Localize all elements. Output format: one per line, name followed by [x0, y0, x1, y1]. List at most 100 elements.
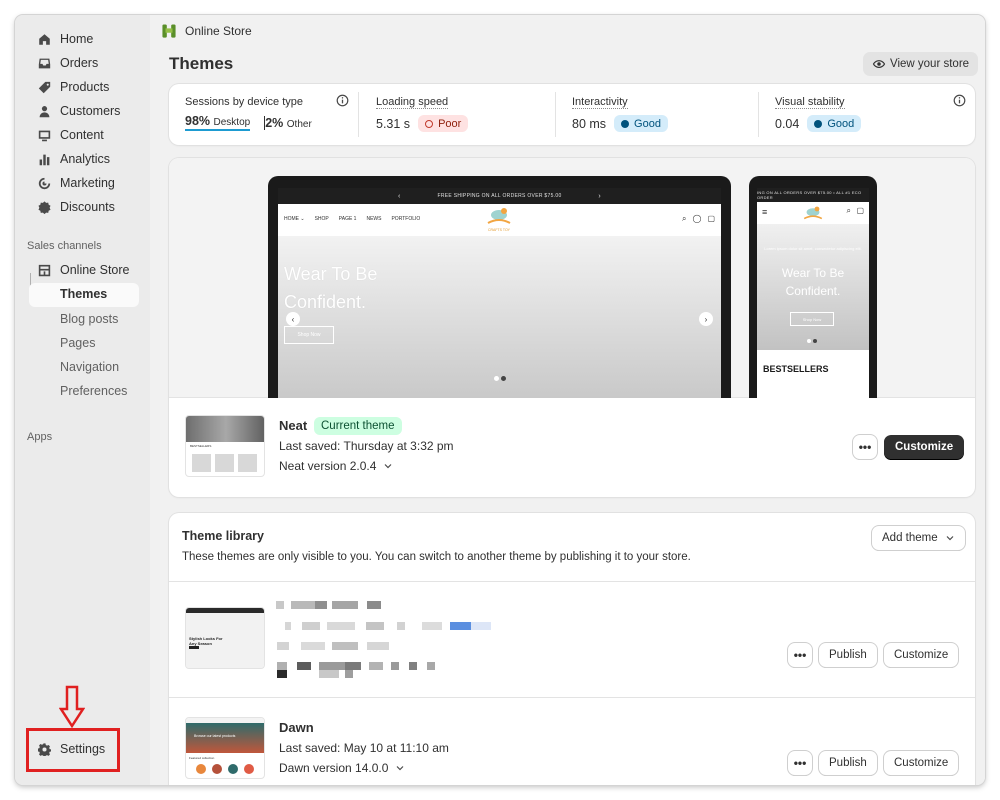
slide-dots: [807, 339, 817, 343]
sidebar: Home Orders Products Customers Content A…: [15, 15, 150, 785]
nav-blog-posts[interactable]: Blog posts: [60, 308, 118, 330]
sessions-metric: Sessions by device type 98% Desktop 2% O…: [185, 84, 355, 145]
view-store-button[interactable]: View your store: [863, 52, 979, 76]
metrics-card: Sessions by device type 98% Desktop 2% O…: [169, 84, 975, 145]
breadcrumb[interactable]: Online Store: [162, 24, 252, 38]
thumb-product: [215, 454, 234, 472]
image-icon: [37, 128, 51, 142]
dawn-theme-thumbnail[interactable]: Browse our latest products Featured coll…: [185, 717, 265, 779]
neat-theme-thumbnail[interactable]: BESTSELLERS: [185, 415, 265, 477]
nav-settings[interactable]: Settings: [38, 742, 105, 756]
current-theme-badge: Current theme: [314, 417, 402, 435]
library-theme-more-button[interactable]: •••: [788, 643, 812, 667]
search-icon: ⌕: [846, 206, 851, 215]
divider: [555, 92, 556, 137]
tag-icon: [37, 80, 51, 94]
customize-current-theme-button[interactable]: Customize: [884, 435, 965, 459]
mobile-screen: ING ON ALL ORDERS OVER $75.00 • ALL #1 E…: [757, 188, 869, 398]
dawn-theme-name: Dawn: [279, 720, 314, 735]
nav-online-store-label: Online Store: [60, 263, 130, 277]
nav-themes[interactable]: Themes: [29, 283, 139, 307]
info-icon[interactable]: [336, 94, 349, 107]
thumb-product: [212, 764, 222, 774]
loading-label[interactable]: Loading speed: [376, 96, 449, 109]
redacted-block: [391, 662, 399, 670]
nav-marketing-label: Marketing: [60, 176, 115, 190]
interactivity-label[interactable]: Interactivity: [572, 96, 628, 109]
stability-value: 0.04: [775, 116, 800, 131]
nav-pages[interactable]: Pages: [60, 332, 95, 354]
dawn-version[interactable]: Dawn version 14.0.0: [279, 761, 405, 775]
nav-content-label: Content: [60, 128, 104, 142]
thumb-product: [244, 764, 254, 774]
slide-next-icon: ›: [699, 312, 713, 326]
view-store-label: View your store: [890, 58, 970, 70]
online-store-logo-icon: [162, 24, 176, 38]
thumb-product: [192, 454, 211, 472]
site-nav-link: PORTFOLIO: [391, 216, 421, 222]
thumb-hero: [186, 723, 264, 753]
nav-content[interactable]: Content: [27, 124, 139, 146]
sales-channels-heading: Sales channels: [27, 240, 102, 252]
site-nav-link: HOME ⌄: [284, 216, 305, 222]
good-badge: Good: [807, 115, 862, 132]
publish-button[interactable]: Publish: [819, 643, 877, 667]
thumb-hero: [186, 416, 264, 442]
page-title: Themes: [169, 54, 234, 73]
desktop-pct: 98%: [185, 114, 211, 128]
site-nav-link: SHOP: [314, 216, 329, 222]
nav-discounts-label: Discounts: [60, 200, 115, 214]
interactivity-value: 80 ms: [572, 116, 607, 131]
nav-analytics-label: Analytics: [60, 152, 111, 166]
nav-marketing[interactable]: Marketing: [27, 172, 139, 194]
info-icon[interactable]: [953, 94, 966, 107]
nav-products[interactable]: Products: [27, 76, 139, 98]
nav-orders-label: Orders: [60, 56, 99, 70]
current-theme-version[interactable]: Neat version 2.0.4: [279, 459, 393, 473]
redacted-block: [327, 622, 355, 630]
stability-label[interactable]: Visual stability: [775, 96, 845, 109]
nav-navigation[interactable]: Navigation: [60, 356, 119, 378]
thumb-product: [228, 764, 238, 774]
mobile-shop-now-button: Shop Now: [790, 312, 834, 326]
interactivity-value-row: 80 ms Good: [572, 115, 668, 132]
dawn-customize-button[interactable]: Customize: [884, 751, 959, 775]
theme-preview[interactable]: ‹ FREE SHIPPING ON ALL ORDERS OVER $75.0…: [169, 158, 975, 398]
nav-home[interactable]: Home: [27, 28, 139, 50]
target-icon: [37, 176, 51, 190]
nav-themes-label: Themes: [60, 287, 108, 301]
inbox-icon: [37, 56, 51, 70]
hero-line: Confident.: [785, 284, 841, 298]
dawn-more-button[interactable]: •••: [788, 751, 812, 775]
nav-orders[interactable]: Orders: [27, 52, 139, 74]
dawn-publish-button[interactable]: Publish: [819, 751, 877, 775]
redacted-block: [319, 662, 345, 670]
redacted-block: [319, 670, 339, 678]
redacted-block: [471, 622, 491, 630]
bestsellers-heading: BESTSELLERS: [763, 364, 829, 374]
redacted-block: [332, 642, 358, 650]
add-theme-button[interactable]: Add theme: [872, 526, 965, 550]
redacted-block: [301, 642, 325, 650]
customize-button[interactable]: Customize: [884, 643, 959, 667]
interactivity-metric: Interactivity 80 ms Good: [572, 84, 752, 145]
site-nav-link: PAGE 1: [338, 216, 357, 222]
desktop-share: 98% Desktop: [185, 114, 251, 131]
desktop-preview: ‹ FREE SHIPPING ON ALL ORDERS OVER $75.0…: [268, 176, 731, 398]
nav-analytics[interactable]: Analytics: [27, 148, 139, 170]
mobile-hero: Lorem ipsum dolor sit amet, consectetur …: [757, 224, 869, 350]
redacted-block: [277, 642, 289, 650]
account-icon: ◯: [692, 214, 702, 223]
nav-online-store[interactable]: Online Store: [27, 259, 139, 281]
nav-preferences[interactable]: Preferences: [60, 380, 127, 402]
current-theme-more-button[interactable]: •••: [853, 435, 877, 459]
search-icon: ⌕: [682, 214, 687, 223]
bag-icon: ▢: [856, 206, 864, 215]
nav-customers[interactable]: Customers: [27, 100, 139, 122]
nav-discounts[interactable]: Discounts: [27, 196, 139, 218]
current-theme-name: Neat: [279, 418, 308, 433]
loading-value: 5.31 s: [376, 116, 411, 131]
hero-banner: Wear To Be Confident. Shop Now ‹ ›: [278, 236, 721, 398]
library-theme-thumbnail[interactable]: Stylish Looks For Any Season: [185, 607, 265, 669]
slide-dot: [813, 339, 817, 343]
